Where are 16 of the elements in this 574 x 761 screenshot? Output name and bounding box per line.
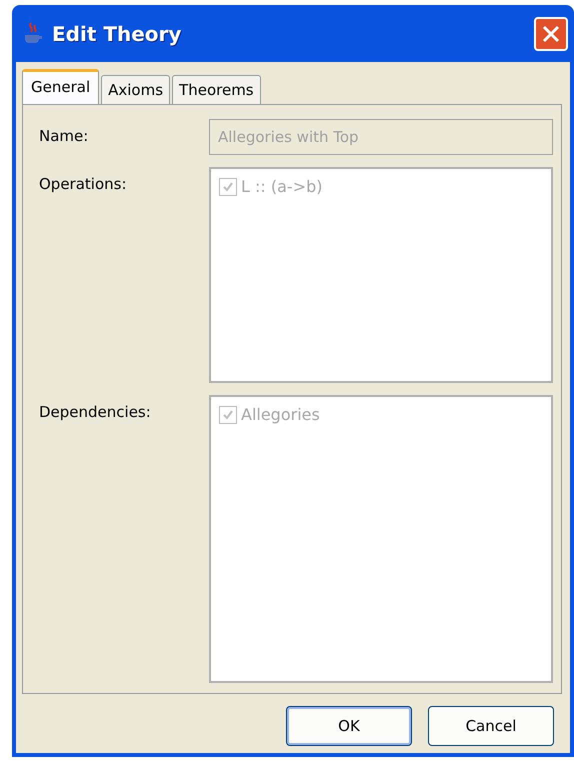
tab[interactable]: Axioms bbox=[101, 74, 170, 104]
window-title: Edit Theory bbox=[52, 20, 182, 48]
check-icon bbox=[222, 409, 234, 421]
item-label: L :: (a->b) bbox=[241, 176, 322, 198]
item-label: Allegories bbox=[241, 404, 320, 426]
close-icon bbox=[541, 24, 561, 44]
dialog-button[interactable]: OK bbox=[286, 706, 412, 746]
cup-icon bbox=[22, 22, 44, 46]
tab[interactable]: General bbox=[22, 68, 100, 104]
dependencies-label: Dependencies: bbox=[39, 402, 152, 423]
check-icon bbox=[222, 181, 234, 193]
name-label: Name: bbox=[39, 126, 90, 147]
close-button[interactable] bbox=[534, 16, 568, 50]
dialog-button[interactable]: Cancel bbox=[428, 706, 554, 746]
operations-label: Operations: bbox=[39, 174, 128, 195]
tab[interactable]: Theorems bbox=[172, 74, 261, 104]
